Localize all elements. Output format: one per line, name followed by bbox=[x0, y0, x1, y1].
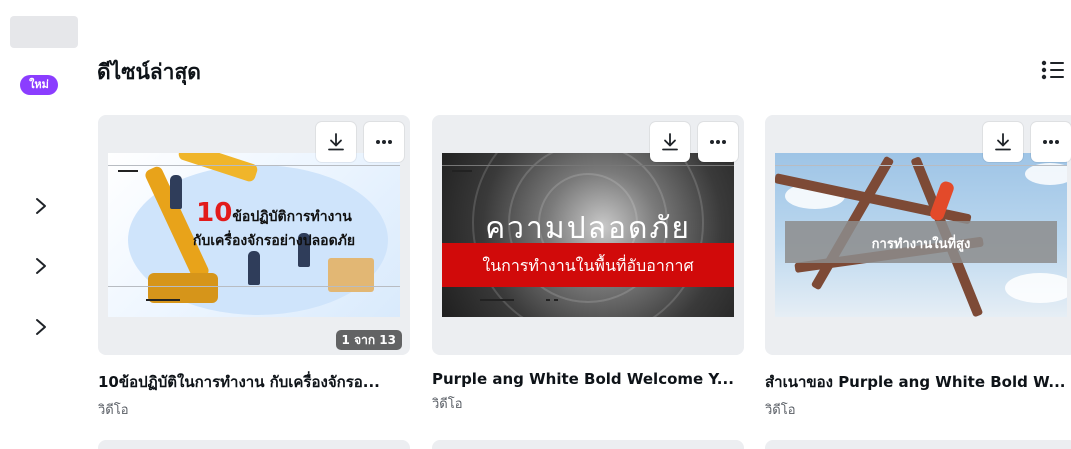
download-icon bbox=[662, 133, 678, 151]
next-row-card[interactable] bbox=[432, 440, 744, 449]
guide-dash bbox=[118, 170, 138, 172]
guide-line bbox=[108, 165, 400, 166]
next-row-card[interactable] bbox=[765, 440, 1071, 449]
page-count-badge: 1 จาก 13 bbox=[335, 330, 402, 350]
download-icon bbox=[328, 133, 344, 151]
more-icon bbox=[376, 140, 392, 144]
next-row-card[interactable] bbox=[98, 440, 410, 449]
design-thumbnail[interactable]: การทำงานในที่สูง bbox=[765, 115, 1071, 355]
thumbnail-image: การทำงานในที่สูง bbox=[775, 153, 1067, 317]
card-title[interactable]: 10ข้อปฏิบัติในการทำงาน กับเครื่องจักรอ..… bbox=[98, 370, 410, 394]
thumbnail-label: การทำงานในที่สูง bbox=[871, 237, 971, 252]
section-title: ดีไซน์ล่าสุด bbox=[97, 60, 201, 84]
worker bbox=[248, 251, 260, 285]
cloud bbox=[1005, 273, 1067, 303]
guide-line bbox=[775, 165, 1067, 166]
more-options-button[interactable] bbox=[698, 122, 738, 162]
chevron-right-icon[interactable] bbox=[32, 255, 50, 277]
design-thumbnail[interactable]: ความปลอดภัย ในการทำงานในพื้นที่อับอากาศ bbox=[432, 115, 744, 355]
thumbnail-image: 10ข้อปฏิบัติการทำงาน กับเครื่องจักรอย่าง… bbox=[108, 153, 400, 317]
download-icon bbox=[995, 133, 1011, 151]
design-card[interactable]: 10ข้อปฏิบัติการทำงาน กับเครื่องจักรอย่าง… bbox=[98, 115, 410, 420]
card-type: วิดีโอ bbox=[765, 403, 796, 418]
card-title[interactable]: Purple ang White Bold Welcome Y... bbox=[432, 370, 744, 388]
more-icon bbox=[710, 140, 726, 144]
design-card[interactable]: การทำงานในที่สูง สำเนาของ Purple ang Whi… bbox=[765, 115, 1071, 420]
download-button[interactable] bbox=[983, 122, 1023, 162]
guide-line bbox=[442, 165, 734, 166]
design-card[interactable]: ความปลอดภัย ในการทำงานในพื้นที่อับอากาศ … bbox=[432, 115, 744, 414]
guide-dash bbox=[554, 299, 558, 301]
rail-placeholder bbox=[10, 16, 78, 48]
card-title[interactable]: สำเนาของ Purple ang White Bold W... bbox=[765, 370, 1071, 394]
more-icon bbox=[1043, 140, 1059, 144]
cloud bbox=[1025, 163, 1067, 185]
more-options-button[interactable] bbox=[364, 122, 404, 162]
guide-dash bbox=[546, 299, 550, 301]
design-thumbnail[interactable]: 10ข้อปฏิบัติการทำงาน กับเครื่องจักรอย่าง… bbox=[98, 115, 410, 355]
more-options-button[interactable] bbox=[1031, 122, 1071, 162]
list-view-icon[interactable] bbox=[1040, 58, 1066, 82]
thumbnail-line2: กับเครื่องจักรอย่างปลอดภัย bbox=[192, 233, 356, 249]
thumbnail-number: 10 bbox=[196, 198, 233, 228]
download-button[interactable] bbox=[316, 122, 356, 162]
new-badge: ใหม่ bbox=[20, 75, 58, 95]
chevron-right-icon[interactable] bbox=[32, 316, 50, 338]
download-button[interactable] bbox=[650, 122, 690, 162]
thumbnail-image: ความปลอดภัย ในการทำงานในพื้นที่อับอากาศ bbox=[442, 153, 734, 317]
guide-dash bbox=[480, 299, 514, 301]
card-type: วิดีโอ bbox=[432, 397, 463, 412]
left-rail: ใหม่ bbox=[0, 0, 86, 449]
thumbnail-line1: ข้อปฏิบัติการทำงาน bbox=[232, 209, 352, 225]
thumbnail-band-text: ในการทำงานในพื้นที่อับอากาศ bbox=[482, 256, 694, 275]
chevron-right-icon[interactable] bbox=[32, 195, 50, 217]
guide-dash bbox=[452, 170, 472, 172]
card-type: วิดีโอ bbox=[98, 403, 129, 418]
guide-dash bbox=[146, 299, 180, 301]
guide-line bbox=[108, 286, 400, 287]
thumbnail-headline: 10ข้อปฏิบัติการทำงาน กับเครื่องจักรอย่าง… bbox=[154, 198, 394, 253]
